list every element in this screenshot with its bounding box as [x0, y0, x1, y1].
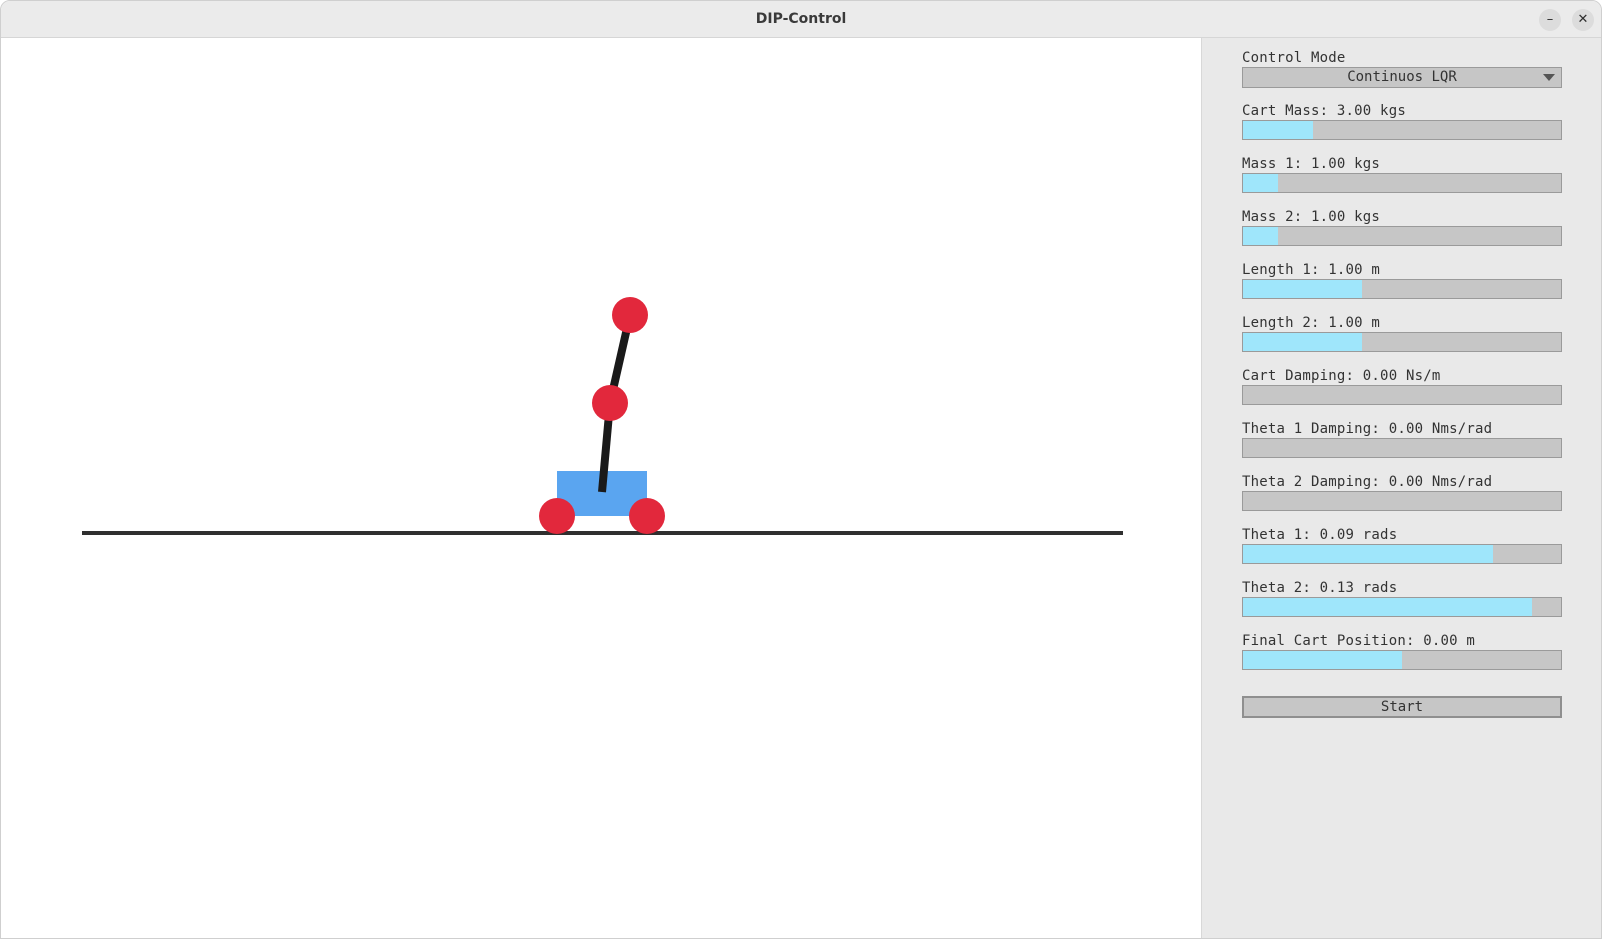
mass-1-slider[interactable]	[1242, 173, 1562, 193]
theta-2-slider[interactable]	[1242, 597, 1562, 617]
mass-1-label: Mass 1: 1.00 kgs	[1242, 156, 1381, 172]
pendulum-mass-1	[592, 385, 628, 421]
cart-mass-label: Cart Mass: 3.00 kgs	[1242, 103, 1406, 119]
window-title: DIP-Control	[755, 11, 847, 27]
chevron-down-icon	[1543, 74, 1555, 81]
cart-damping-slider[interactable]	[1242, 385, 1562, 405]
title-bar[interactable]: DIP-Control – ✕	[1, 1, 1601, 38]
length-1-label: Length 1: 1.00 m	[1242, 262, 1381, 278]
length-2-label: Length 2: 1.00 m	[1242, 315, 1381, 331]
theta-1-damping-label: Theta 1 Damping: 0.00 Nms/rad	[1242, 421, 1493, 437]
length-2-fill	[1243, 333, 1363, 351]
control-mode-dropdown[interactable]: Continuos LQR	[1242, 67, 1562, 88]
start-button[interactable]: Start	[1242, 696, 1562, 718]
cart-damping-label: Cart Damping: 0.00 Ns/m	[1242, 368, 1441, 384]
mass-2-label: Mass 2: 1.00 kgs	[1242, 209, 1381, 225]
theta-1-fill	[1243, 545, 1493, 563]
theta-1-damping-slider[interactable]	[1242, 438, 1562, 458]
length-2-slider[interactable]	[1242, 332, 1562, 352]
control-panel: Control Mode Continuos LQR Cart Mass: 3.…	[1201, 38, 1601, 938]
length-1-slider[interactable]	[1242, 279, 1562, 299]
control-mode-label: Control Mode	[1242, 50, 1346, 66]
theta-2-fill	[1243, 598, 1533, 616]
cart-mass-slider[interactable]	[1242, 120, 1562, 140]
close-icon[interactable]: ✕	[1572, 9, 1594, 31]
theta-2-damping-label: Theta 2 Damping: 0.00 Nms/rad	[1242, 474, 1493, 490]
control-mode-value: Continuos LQR	[1347, 69, 1457, 85]
minimize-icon[interactable]: –	[1539, 9, 1561, 31]
mass-1-fill	[1243, 174, 1278, 192]
length-1-fill	[1243, 280, 1363, 298]
cart-wheel-left	[539, 498, 575, 534]
final-cart-position-fill	[1243, 651, 1402, 669]
cart-wheel-right	[629, 498, 665, 534]
theta-2-damping-slider[interactable]	[1242, 491, 1562, 511]
pendulum-mass-2	[612, 297, 648, 333]
cart-mass-fill	[1243, 121, 1313, 139]
final-cart-position-label: Final Cart Position: 0.00 m	[1242, 633, 1475, 649]
simulation-canvas	[1, 38, 1201, 938]
theta-1-label: Theta 1: 0.09 rads	[1242, 527, 1398, 543]
theta-2-label: Theta 2: 0.13 rads	[1242, 580, 1398, 596]
mass-2-slider[interactable]	[1242, 226, 1562, 246]
final-cart-position-slider[interactable]	[1242, 650, 1562, 670]
simulation-svg	[82, 297, 1123, 535]
app-window: DIP-Control – ✕ Control Mode Continuos L…	[0, 0, 1602, 939]
mass-2-fill	[1243, 227, 1278, 245]
theta-1-slider[interactable]	[1242, 544, 1562, 564]
